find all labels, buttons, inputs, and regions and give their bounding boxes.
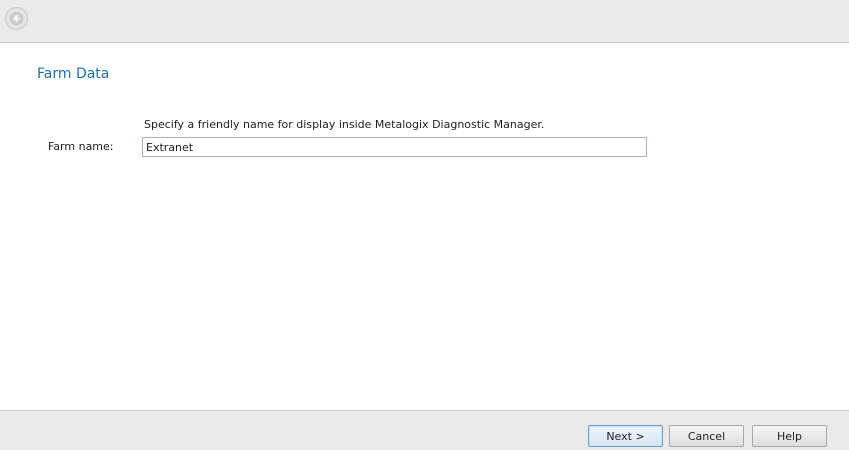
back-button[interactable] [5, 7, 28, 30]
bottom-bar: Next > Cancel Help [0, 410, 849, 450]
farm-name-label: Farm name: [48, 140, 114, 153]
main-content: Farm Data Specify a friendly name for di… [0, 43, 849, 410]
top-bar [0, 0, 849, 43]
instruction-text: Specify a friendly name for display insi… [144, 118, 545, 131]
farm-name-input[interactable] [142, 137, 647, 157]
back-arrow-icon [10, 12, 23, 25]
help-button[interactable]: Help [752, 425, 827, 447]
wizard-window: Farm Data Specify a friendly name for di… [0, 0, 849, 450]
next-button[interactable]: Next > [588, 425, 663, 447]
cancel-button[interactable]: Cancel [669, 425, 744, 447]
page-title: Farm Data [37, 66, 110, 82]
